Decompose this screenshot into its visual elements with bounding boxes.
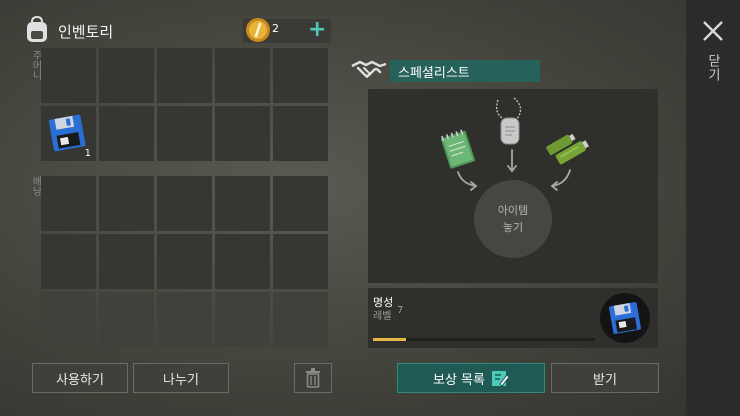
locked-slot [273,292,328,347]
inventory-slot[interactable] [41,234,96,289]
add-coins-button[interactable]: + [308,18,326,42]
inventory-slot[interactable] [215,106,270,161]
level-value: 7 [397,305,404,316]
trash-icon [306,368,320,388]
inventory-slot[interactable] [157,48,212,103]
inventory-slot[interactable] [273,48,328,103]
item-quantity: 1 [84,148,91,159]
reputation-progress-bar [373,338,595,341]
level-label: 레벨 [373,311,392,322]
dog-tag-icon [495,97,522,145]
inventory-slot[interactable] [273,234,328,289]
locked-slot [157,292,212,347]
coin-count: 2 [272,22,279,35]
handshake-icon [351,60,387,78]
edit-list-icon [491,371,509,387]
inventory-slot[interactable] [157,176,212,231]
inventory-slot-floppy[interactable]: 1 [41,106,96,161]
inventory-slot[interactable] [41,48,96,103]
inventory-slot[interactable] [99,106,154,161]
inventory-slot[interactable] [215,234,270,289]
floppy-disk-icon [48,114,86,152]
inventory-slot[interactable] [99,176,154,231]
reward-list-button[interactable]: 보상 목록 [397,363,545,393]
inventory-slot[interactable] [215,48,270,103]
inventory-slot[interactable] [273,106,328,161]
specialist-title: 스페셜리스트 [390,60,540,82]
inventory-slot[interactable] [215,176,270,231]
reputation-progress-fill [373,338,407,341]
trash-button[interactable] [294,363,332,393]
inventory-slot[interactable] [157,234,212,289]
close-icon[interactable] [700,18,726,44]
close-label: 닫기 [705,54,720,82]
floppy-disk-icon [609,302,641,334]
reward-list-label: 보상 목록 [433,372,485,388]
inventory-slot[interactable] [157,106,212,161]
split-button[interactable]: 나누기 [133,363,229,393]
reward-item-slot[interactable] [600,293,650,343]
backpack-icon [27,16,47,42]
inventory-slot[interactable] [273,176,328,231]
locked-slot [41,292,96,347]
claim-button[interactable]: 받기 [551,363,659,393]
coin-icon [246,18,270,42]
locked-slot [215,292,270,347]
inventory-slot[interactable] [99,234,154,289]
drop-slot-label-1: 아이템 [497,204,529,217]
inventory-title: 인벤토리 [58,23,114,41]
inventory-slot[interactable] [41,176,96,231]
item-drop-slot[interactable]: 아이템 놓기 [474,180,552,258]
bag-grid [41,176,328,347]
pocket-grid: 1 [41,48,328,161]
use-button[interactable]: 사용하기 [32,363,128,393]
locked-slot [99,292,154,347]
drop-slot-label-2: 놓기 [502,221,524,234]
inventory-slot[interactable] [99,48,154,103]
